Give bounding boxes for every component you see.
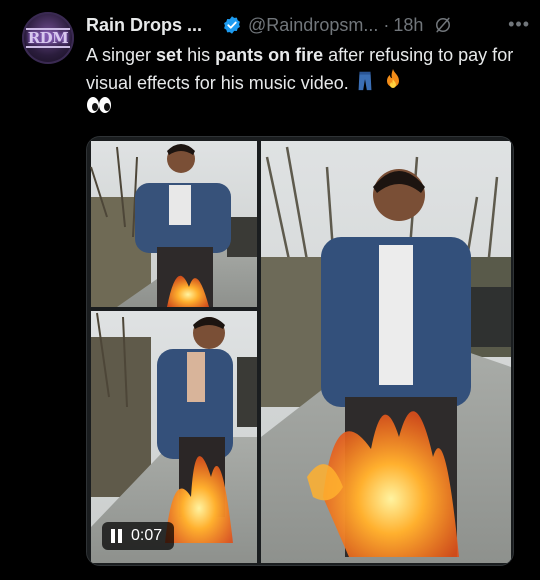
video-panel-top-left: [90, 141, 257, 307]
tweet-header: Rain Drops ... @Raindropsm... · 18h •••: [86, 12, 530, 38]
more-options-icon[interactable]: •••: [508, 14, 530, 35]
video-player[interactable]: [86, 136, 514, 566]
verified-badge-icon: [224, 16, 240, 34]
avatar-logo: RDM: [25, 28, 71, 48]
author-handle[interactable]: @Raindropsm...: [248, 15, 378, 36]
tweet-text: A singer set his pants on fire after ref…: [86, 42, 526, 96]
text-segment: A singer: [86, 45, 157, 65]
jeans-icon: [358, 71, 372, 91]
grok-icon[interactable]: [433, 15, 453, 35]
text-bold-segment: set: [156, 45, 183, 65]
separator-dot: ·: [383, 14, 390, 35]
eyes-icon: [87, 97, 111, 113]
video-timestamp: 0:07: [131, 527, 163, 544]
text-bold-segment: pants on fire: [215, 45, 324, 65]
pause-icon[interactable]: [111, 529, 123, 543]
video-time-badge[interactable]: 0:07: [102, 522, 174, 550]
avatar[interactable]: RDM: [22, 12, 74, 64]
fire-icon: [386, 69, 399, 88]
author-name[interactable]: Rain Drops ...: [86, 15, 202, 36]
video-frame: [87, 137, 513, 565]
timestamp[interactable]: 18h: [393, 15, 423, 36]
text-segment: his: [182, 45, 216, 65]
video-panel-right: [261, 141, 511, 563]
